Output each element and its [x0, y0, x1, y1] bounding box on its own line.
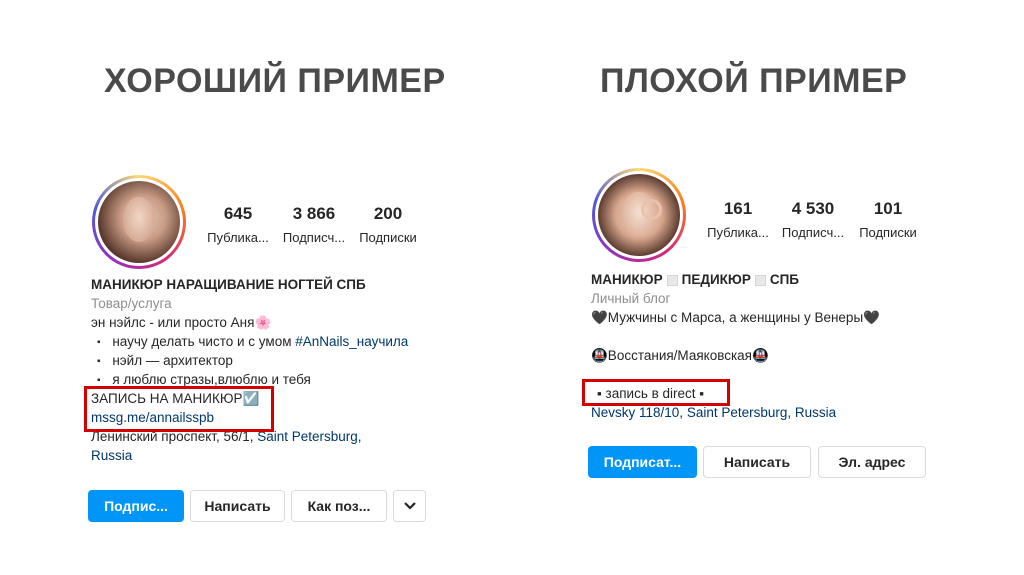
directions-button[interactable]: Как поз...: [291, 490, 387, 522]
address-country[interactable]: Russia: [91, 448, 132, 463]
following-count: 200: [373, 204, 403, 223]
highlight-box: [582, 379, 730, 406]
bio-bullet-text: нэйл — архитектор: [112, 353, 233, 368]
posts-stat[interactable]: 161 Публика...: [702, 199, 774, 240]
posts-count: 161: [723, 199, 753, 218]
posts-label: Публика...: [207, 230, 269, 245]
following-count: 101: [873, 199, 903, 218]
address-street: Nevsky 118/10,: [591, 405, 687, 420]
good-avatar[interactable]: [92, 175, 186, 269]
posts-stat[interactable]: 645 Публика...: [202, 204, 274, 245]
followers-count: 4 530: [791, 199, 835, 218]
bio-bullet-text: я люблю стразы,влюблю и тебя: [112, 372, 311, 387]
bio-bullet: нэйл — архитектор: [97, 353, 233, 368]
square-icon: [754, 274, 766, 286]
message-button[interactable]: Написать: [190, 490, 285, 522]
message-button[interactable]: Написать: [703, 446, 811, 478]
address-line[interactable]: Nevsky 118/10, Saint Petersburg, Russia: [591, 405, 836, 420]
following-label: Подписки: [859, 225, 917, 240]
followers-stat[interactable]: 3 866 Подписч...: [278, 204, 350, 245]
profile-photo: [98, 181, 180, 263]
highlight-box: [84, 386, 274, 432]
profile-name-part: ПЕДИКЮР: [681, 272, 751, 287]
profile-category: Личный блог: [591, 291, 671, 306]
subscribe-button[interactable]: Подписат...: [588, 446, 697, 478]
profile-name: МАНИКЮР ПЕДИКЮР СПБ: [591, 272, 799, 287]
following-label: Подписки: [359, 230, 417, 245]
square-icon: [666, 274, 678, 286]
followers-count: 3 866: [292, 204, 336, 223]
bio-bullet: научу делать чисто и с умом #AnNails_нау…: [97, 334, 408, 349]
hashtag-link[interactable]: #AnNails_научила: [295, 334, 408, 349]
following-stat[interactable]: 200 Подписки: [352, 204, 424, 245]
profile-category: Товар/услуга: [91, 296, 172, 311]
followers-label: Подписч...: [282, 230, 346, 245]
bio-bullet-text: научу делать чисто и с умом: [112, 334, 296, 349]
profile-name-part: МАНИКЮР: [591, 272, 663, 287]
bio-intro: эн нэйлс - или просто Аня🌸: [91, 315, 272, 330]
posts-label: Публика...: [707, 225, 769, 240]
bio-bullet: я люблю стразы,влюблю и тебя: [97, 372, 311, 387]
following-stat[interactable]: 101 Подписки: [852, 199, 924, 240]
address-city: Saint Petersburg, Russia: [686, 405, 837, 420]
email-button[interactable]: Эл. адрес: [818, 446, 926, 478]
bad-avatar[interactable]: [592, 168, 686, 262]
bio-line: 🖤Мужчины с Марса, а женщины у Венеры🖤: [591, 310, 880, 325]
bad-example-heading: ПЛОХОЙ ПРИМЕР: [600, 62, 908, 100]
followers-stat[interactable]: 4 530 Подписч...: [777, 199, 849, 240]
more-button[interactable]: [393, 490, 426, 522]
profile-name: МАНИКЮР НАРАЩИВАНИЕ НОГТЕЙ СПБ: [91, 277, 366, 292]
profile-name-part: СПБ: [769, 272, 799, 287]
metro-line: 🚇Восстания/Маяковская🚇: [591, 348, 769, 363]
chevron-down-icon: [403, 502, 416, 510]
followers-label: Подписч...: [781, 225, 845, 240]
good-example-heading: ХОРОШИЙ ПРИМЕР: [104, 62, 446, 100]
profile-photo: [598, 174, 680, 256]
posts-count: 645: [223, 204, 253, 223]
subscribe-button[interactable]: Подпис...: [88, 490, 184, 522]
